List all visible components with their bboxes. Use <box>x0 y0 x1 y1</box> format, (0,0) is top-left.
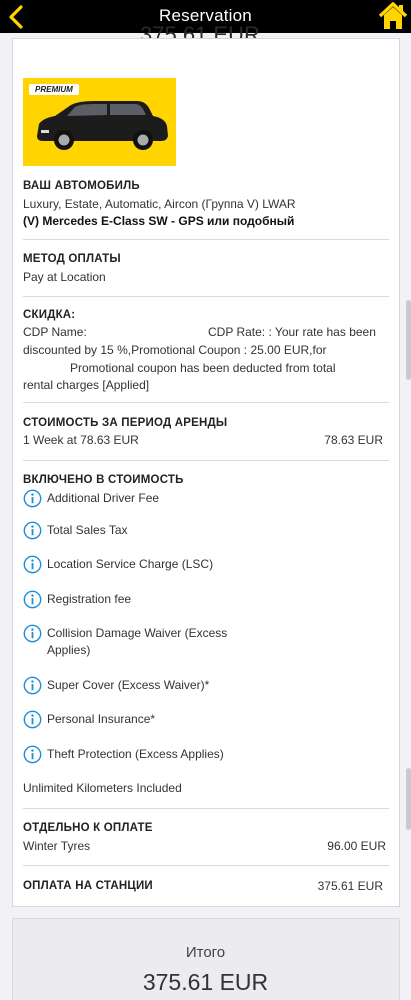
home-icon[interactable] <box>378 2 408 30</box>
premium-badge: PREMIUM <box>29 84 79 95</box>
separate-item-label: Winter Tyres <box>23 839 91 853</box>
divider <box>23 460 389 461</box>
info-icon[interactable] <box>23 624 42 643</box>
divider <box>23 296 389 297</box>
discount-line-3: Promotional coupon has been deducted fro… <box>70 361 336 375</box>
station-payment-heading: ОПЛАТА НА СТАНЦИИ <box>23 880 153 892</box>
total-label: Итого <box>185 944 226 961</box>
divider <box>23 402 389 403</box>
payment-heading: МЕТОД ОПЛАТЫ <box>23 253 121 265</box>
info-icon[interactable] <box>23 590 42 609</box>
separate-payment-heading: ОТДЕЛЬНО К ОПЛАТЕ <box>23 822 153 834</box>
divider <box>23 808 389 809</box>
separate-item-value: 96.00 EUR <box>327 839 386 853</box>
vehicle-description: Luxury, Estate, Automatic, Aircon (Групп… <box>23 197 296 211</box>
included-item-personal-insurance: Personal Insurance* <box>47 712 156 726</box>
included-item-super-cover: Super Cover (Excess Waiver)* <box>47 678 210 692</box>
rental-period-label: 1 Week at 78.63 EUR <box>23 433 139 447</box>
discount-cdp-rate: CDP Rate: : Your rate has been <box>208 325 376 339</box>
info-icon[interactable] <box>23 489 42 508</box>
included-heading: ВКЛЮЧЕНО В СТОИМОСТЬ <box>23 474 184 486</box>
discount-line-4: rental charges [Applied] <box>23 378 150 392</box>
included-item-lsc: Location Service Charge (LSC) <box>47 557 214 571</box>
info-icon[interactable] <box>23 555 42 574</box>
scrollbar-thumb-lower[interactable] <box>406 768 411 830</box>
divider <box>23 239 389 240</box>
payment-method: Pay at Location <box>23 270 106 284</box>
included-item-registration: Registration fee <box>47 592 132 606</box>
discount-line-2: discounted by 15 %,Promotional Coupon : … <box>23 343 327 357</box>
vehicle-heading: ВАШ АВТОМОБИЛЬ <box>23 180 140 192</box>
included-item-sales-tax: Total Sales Tax <box>47 523 128 537</box>
included-item-cdw-line2: Applies) <box>47 643 91 657</box>
unlimited-km-text: Unlimited Kilometers Included <box>23 781 182 795</box>
discount-cdp-name: CDP Name: <box>23 325 87 339</box>
included-item-cdw: Collision Damage Waiver (Excess <box>47 626 228 640</box>
station-payment-value: 375.61 EUR <box>317 879 383 893</box>
car-image: PREMIUM <box>23 78 176 166</box>
info-icon[interactable] <box>23 521 42 540</box>
info-icon[interactable] <box>23 710 42 729</box>
divider <box>23 865 389 866</box>
info-icon[interactable] <box>23 676 42 695</box>
reservation-details-card <box>12 38 400 907</box>
included-item-additional-driver: Additional Driver Fee <box>47 491 160 505</box>
scrollbar-thumb[interactable] <box>406 300 411 380</box>
included-item-theft-protection: Theft Protection (Excess Applies) <box>47 747 224 761</box>
info-icon[interactable] <box>23 745 42 764</box>
rental-period-value: 78.63 EUR <box>324 433 383 447</box>
discount-heading: СКИДКА: <box>23 309 76 321</box>
rental-heading: СТОИМОСТЬ ЗА ПЕРИОД АРЕНДЫ <box>23 417 228 429</box>
vehicle-model: (V) Mercedes E-Class SW - GPS или подобн… <box>23 214 295 228</box>
total-value: 375.61 EUR <box>142 969 269 995</box>
